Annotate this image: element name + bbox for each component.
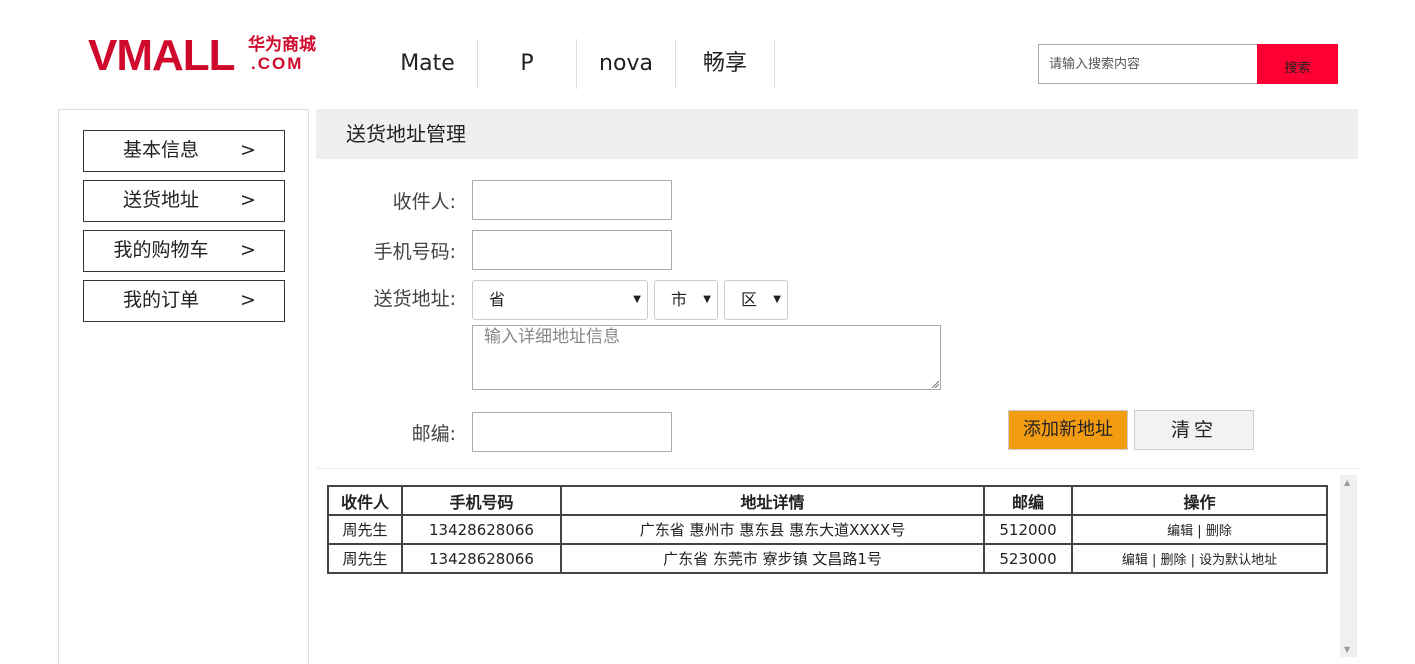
phone-input[interactable] [472,230,672,270]
chevron-down-icon: ▼ [773,294,781,305]
scroll-down-icon[interactable]: ▼ [1344,645,1350,654]
table-row: 周先生 13428628066 广东省 东莞市 寮步镇 文昌路1号 523000… [327,543,1328,574]
district-select[interactable]: 区 ▼ [724,280,788,320]
column-header: 地址详情 [560,485,985,516]
chevron-right-icon: > [240,239,256,261]
logo-cn-name: 华为商城 [248,35,316,55]
cell-address: 广东省 惠州市 惠东县 惠东大道XXXX号 [560,514,985,545]
sidebar-item-label: 我的订单 [122,289,199,311]
zip-input[interactable] [472,412,672,452]
delete-link[interactable]: 删除 [1206,524,1232,539]
column-header: 邮编 [983,485,1073,516]
address-panel: 送货地址管理 收件人: 手机号码: 送货地址: 省 ▼ 市 ▼ 区 ▼ 输入详细… [316,109,1358,664]
edit-link[interactable]: 编辑 [1122,553,1148,568]
chevron-down-icon: ▼ [703,294,711,305]
nav-item-mate[interactable]: Mate [378,39,478,89]
chevron-right-icon: > [240,289,256,311]
table-scrollbar[interactable]: ▲ ▼ [1340,475,1357,657]
divider [316,468,1358,469]
cell-name: 周先生 [327,514,403,545]
recipient-label: 收件人: [392,191,456,213]
search-bar: 搜索 [1038,44,1338,84]
logo-brand: VMALL [88,31,236,80]
province-value: 省 [489,290,506,309]
column-header: 手机号码 [401,485,562,516]
cell-address: 广东省 东莞市 寮步镇 文昌路1号 [560,543,985,574]
edit-link[interactable]: 编辑 [1167,524,1193,539]
city-value: 市 [671,290,688,309]
cell-phone: 13428628066 [401,543,562,574]
scroll-up-icon[interactable]: ▲ [1344,478,1350,487]
set-default-link[interactable]: 设为默认地址 [1199,553,1277,568]
chevron-right-icon: > [240,189,256,211]
column-header: 操作 [1071,485,1328,516]
logo-domain: .COM [251,54,304,73]
top-nav: Mate P nova 畅享 [378,39,775,89]
zip-label: 邮编: [411,423,456,445]
address-table: 收件人 手机号码 地址详情 邮编 操作 周先生 13428628066 广东省 … [327,485,1328,574]
search-button[interactable]: 搜索 [1257,44,1338,84]
district-value: 区 [741,290,758,309]
nav-item-p[interactable]: P [478,39,577,89]
cell-zip: 512000 [983,514,1073,545]
sidebar-item-basic-info[interactable]: 基本信息 > [83,130,285,172]
clear-button[interactable]: 清空 [1134,410,1254,450]
sidebar-item-label: 我的购物车 [113,239,209,261]
nav-item-changxiang[interactable]: 畅享 [676,39,775,89]
address-table-container: 收件人 手机号码 地址详情 邮编 操作 周先生 13428628066 广东省 … [316,475,1358,664]
sidebar-item-cart[interactable]: 我的购物车 > [83,230,285,272]
address-detail-placeholder: 输入详细地址信息 [484,327,620,347]
sidebar-item-label: 送货地址 [122,189,199,211]
sidebar: 基本信息 > 送货地址 > 我的购物车 > 我的订单 > [58,109,309,664]
chevron-right-icon: > [240,139,256,161]
table-row: 周先生 13428628066 广东省 惠州市 惠东县 惠东大道XXXX号 51… [327,514,1328,545]
cell-actions: 编辑 | 删除 [1071,514,1328,545]
page-title: 送货地址管理 [316,109,1358,159]
city-select[interactable]: 市 ▼ [654,280,718,320]
search-input[interactable] [1038,44,1257,84]
address-detail-textarea[interactable]: 输入详细地址信息 [472,325,941,390]
vmall-logo[interactable]: VMALL 华为商城 .COM [88,34,328,78]
nav-item-nova[interactable]: nova [577,39,676,89]
column-header: 收件人 [327,485,403,516]
cell-actions: 编辑 | 删除 | 设为默认地址 [1071,543,1328,574]
recipient-input[interactable] [472,180,672,220]
table-header-row: 收件人 手机号码 地址详情 邮编 操作 [327,485,1328,516]
cell-zip: 523000 [983,543,1073,574]
chevron-down-icon: ▼ [633,294,641,305]
province-select[interactable]: 省 ▼ [472,280,648,320]
cell-name: 周先生 [327,543,403,574]
phone-label: 手机号码: [373,241,456,263]
cell-phone: 13428628066 [401,514,562,545]
sidebar-item-orders[interactable]: 我的订单 > [83,280,285,322]
sidebar-item-address[interactable]: 送货地址 > [83,180,285,222]
add-address-button[interactable]: 添加新地址 [1008,410,1128,450]
resize-handle-icon[interactable] [931,380,939,388]
delete-link[interactable]: 删除 [1160,553,1186,568]
address-label: 送货地址: [373,288,456,310]
sidebar-item-label: 基本信息 [122,139,199,161]
